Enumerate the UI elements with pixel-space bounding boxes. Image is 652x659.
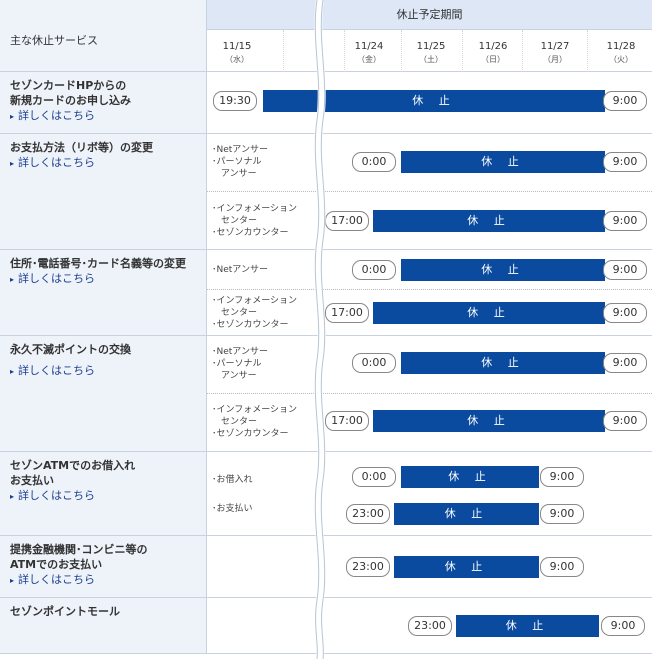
- channel-label: ･Netアンサー ･パーソナル アンサー: [212, 347, 268, 381]
- start-time: 17:00: [325, 211, 369, 231]
- service-address-change: 住所･電話番号･カード名義等の変更 詳しくはこちら: [0, 250, 207, 336]
- suspension-bar: 休 止: [394, 556, 539, 578]
- end-time: 9:00: [601, 616, 645, 636]
- details-link[interactable]: 詳しくはこちら: [10, 363, 196, 379]
- start-time: 23:00: [346, 557, 390, 577]
- start-time: 0:00: [352, 353, 396, 373]
- suspension-bar: 休 止: [373, 410, 605, 432]
- date-header-row: 11/15 （水） 11/24 （金） 11/25 （土） 11/26 （日） 11/2…: [207, 30, 652, 72]
- date-col-1126: 11/26 （日）: [478, 41, 508, 64]
- service-point-mall: セゾンポイントモール: [0, 598, 207, 654]
- end-time: 9:00: [603, 353, 647, 373]
- end-time: 9:00: [540, 504, 584, 524]
- suspension-bar: 休 止: [401, 151, 605, 173]
- suspension-bar: 休 止: [373, 210, 605, 232]
- channel-label: ･インフォメーション センター ･セゾンカウンター: [212, 204, 298, 238]
- channel-label: ･インフォメーション センター ･セゾンカウンター: [212, 296, 298, 330]
- end-time: 9:00: [603, 211, 647, 231]
- start-time: 0:00: [352, 152, 396, 172]
- start-time: 17:00: [325, 303, 369, 323]
- service-payment-method: お支払方法（リボ等）の変更 詳しくはこちら: [0, 134, 207, 250]
- end-time: 9:00: [540, 467, 584, 487]
- channel-label: ･お借入れ: [212, 475, 253, 485]
- channel-label: ･お支払い: [212, 504, 253, 514]
- period-header: 休止予定期間: [207, 0, 652, 30]
- details-link[interactable]: 詳しくはこちら: [10, 271, 196, 287]
- suspension-bar: 休 止: [456, 615, 599, 637]
- date-col-1115: 11/15 （水）: [222, 41, 252, 64]
- service-partner-atm: 提携金融機関･コンビニ等の ATMでのお支払い 詳しくはこちら: [0, 536, 207, 598]
- channel-label: ･インフォメーション センター ･セゾンカウンター: [212, 405, 298, 439]
- suspension-bar: 休 止: [401, 466, 539, 488]
- service-atm-borrow: セゾンATMでのお借入れ お支払い 詳しくはこちら: [0, 452, 207, 536]
- end-time: 9:00: [603, 152, 647, 172]
- service-new-card: セゾンカードHPからの 新規カードのお申し込み 詳しくはこちら: [0, 72, 207, 134]
- channel-label: ･Netアンサー: [212, 265, 268, 275]
- start-time: 0:00: [352, 467, 396, 487]
- suspension-bar: 休 止: [401, 259, 605, 281]
- end-time: 9:00: [603, 91, 647, 111]
- service-column-header: 主な休止サービス: [0, 0, 207, 72]
- service-column-title: 主な休止サービス: [10, 34, 98, 47]
- service-point-exchange: 永久不滅ポイントの交換 詳しくはこちら: [0, 336, 207, 452]
- suspension-bar: 休 止: [394, 503, 539, 525]
- start-time: 17:00: [325, 411, 369, 431]
- date-col-1124: 11/24 （金）: [354, 41, 384, 64]
- end-time: 9:00: [603, 260, 647, 280]
- end-time: 9:00: [603, 303, 647, 323]
- start-time: 19:30: [213, 91, 257, 111]
- date-col-1125: 11/25 （土）: [416, 41, 446, 64]
- end-time: 9:00: [603, 411, 647, 431]
- channel-label: ･Netアンサー ･パーソナル アンサー: [212, 145, 268, 179]
- suspension-bar: 休 止: [401, 352, 605, 374]
- end-time: 9:00: [540, 557, 584, 577]
- start-time: 0:00: [352, 260, 396, 280]
- details-link[interactable]: 詳しくはこちら: [10, 488, 196, 504]
- details-link[interactable]: 詳しくはこちら: [10, 108, 196, 124]
- start-time: 23:00: [346, 504, 390, 524]
- date-col-1127: 11/27 （月）: [540, 41, 570, 64]
- details-link[interactable]: 詳しくはこちら: [10, 572, 196, 588]
- start-time: 23:00: [408, 616, 452, 636]
- date-col-1128: 11/28 （火）: [606, 41, 636, 64]
- timeline-break-line: [314, 0, 326, 659]
- details-link[interactable]: 詳しくはこちら: [10, 155, 196, 171]
- suspension-bar: 休 止: [373, 302, 605, 324]
